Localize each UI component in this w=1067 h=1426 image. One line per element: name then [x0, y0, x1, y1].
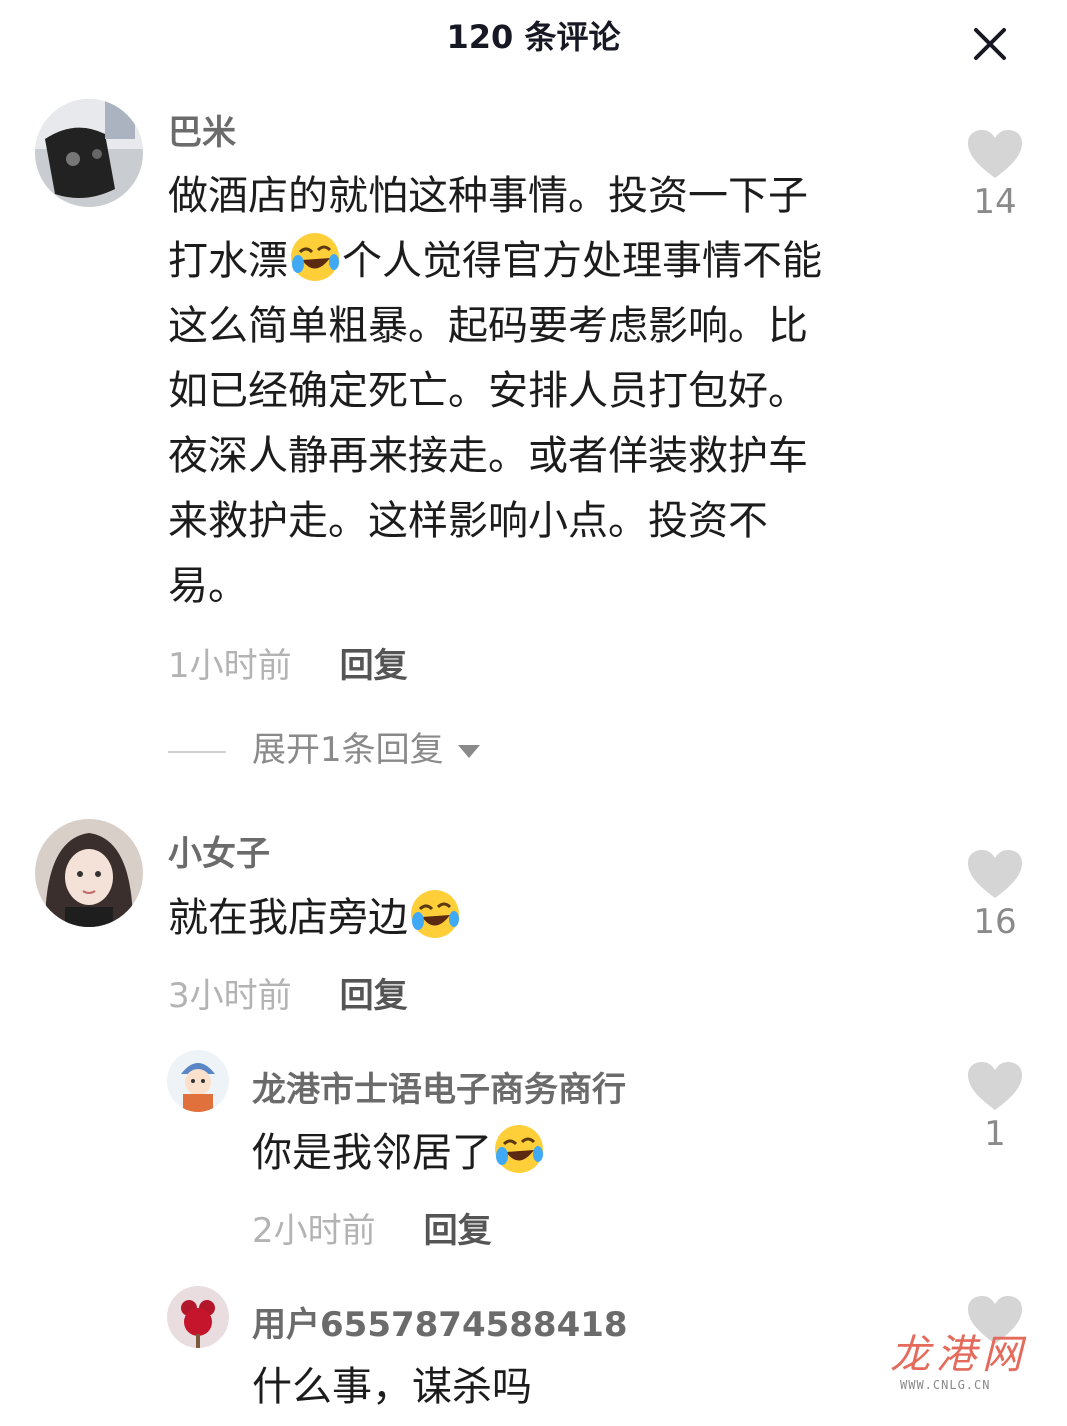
avatar[interactable] [35, 99, 143, 207]
like-button[interactable]: 1 [960, 1060, 1030, 1154]
expand-replies-button[interactable]: 展开1条回复 [168, 722, 480, 771]
comment-time: 1小时前 [168, 646, 292, 686]
comment-text-line: 这么简单粗暴。起码要考虑影响。比 [168, 303, 808, 349]
heart-icon [968, 850, 1022, 898]
reply-button[interactable]: 回复 [340, 976, 408, 1016]
like-button[interactable]: 16 [960, 848, 1030, 942]
watermark-logo-text: 龙港网 [890, 1332, 1028, 1378]
laughing-crying-emoji-icon [408, 887, 462, 941]
divider-line [168, 750, 226, 753]
close-icon[interactable] [968, 22, 1012, 66]
comment-text-segment: 个人觉得官方处理事情不能 [342, 238, 822, 284]
comment-text-line: 做酒店的就怕这种事情。投资一下子 [168, 173, 808, 219]
reply-button[interactable]: 回复 [424, 1211, 492, 1251]
comment-time: 2小时前 [252, 1211, 376, 1251]
comment-text-segment: 什么事，谋杀吗 [252, 1364, 532, 1410]
avatar[interactable] [35, 819, 143, 927]
comments-header: 120 条评论 [0, 0, 1067, 80]
comment-text-line: 夜深人静再来接走。或者佯装救护车 [168, 433, 808, 479]
comment-username[interactable]: 龙港市士语电子商务商行 [252, 1062, 626, 1111]
laughing-crying-emoji-icon [288, 230, 342, 284]
comment-username[interactable]: 小女子 [168, 826, 270, 875]
heart-icon [968, 1062, 1022, 1110]
comments-count-title: 120 条评论 [446, 18, 621, 56]
comment-meta: 1小时前 回复 [168, 638, 408, 687]
reply-button[interactable]: 回复 [340, 646, 408, 686]
comment-text-line: 打水漂 个人觉得官方处理事情不能 [168, 229, 928, 294]
avatar[interactable] [167, 1286, 229, 1348]
comment-text-line: 来救护走。这样影响小点。投资不 [168, 498, 768, 544]
chevron-down-icon [457, 745, 480, 758]
watermark-url: WWW.CNLG.CN [900, 1378, 991, 1392]
comment-text: 你是我邻居了 [252, 1121, 932, 1186]
like-count: 1 [984, 1114, 1006, 1154]
comment-text-line: 易。 [168, 563, 248, 609]
laughing-crying-emoji-icon [492, 1122, 546, 1176]
comment-meta: 2小时前 回复 [252, 1203, 492, 1252]
heart-icon [968, 130, 1022, 178]
comment-text-segment: 你是我邻居了 [252, 1130, 492, 1176]
comment-text-segment: 就在我店旁边 [168, 895, 408, 941]
comment-time: 3小时前 [168, 976, 292, 1016]
expand-replies-label: 展开1条回复 [252, 730, 444, 770]
comment-text: 做酒店的就怕这种事情。投资一下子 打水漂 个人觉得官方处理事情不能 这么简单粗暴。… [168, 164, 928, 619]
watermark-logo: 龙港网 WWW.CNLG.CN [880, 1322, 1030, 1402]
like-button[interactable]: 14 [960, 128, 1030, 222]
like-count: 16 [973, 902, 1017, 942]
comment-meta: 3小时前 回复 [168, 968, 408, 1017]
like-count: 14 [973, 182, 1017, 222]
comment-text-segment: 打水漂 [168, 238, 288, 284]
comment-text-line: 如已经确定死亡。安排人员打包好。 [168, 368, 808, 414]
comment-text: 就在我店旁边 [168, 886, 928, 951]
comment-username[interactable]: 用户6557874588418 [252, 1297, 628, 1346]
avatar[interactable] [167, 1050, 229, 1112]
comment-text: 什么事，谋杀吗 [252, 1355, 872, 1420]
comment-username[interactable]: 巴米 [168, 105, 236, 154]
